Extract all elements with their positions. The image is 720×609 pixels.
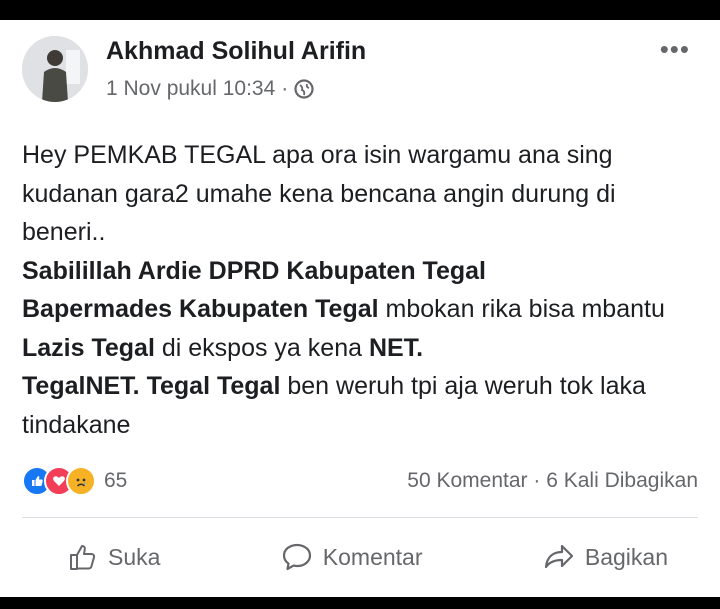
like-button[interactable]: Suka (22, 542, 200, 572)
share-icon (544, 544, 573, 569)
comment-button[interactable]: Komentar (241, 542, 463, 572)
action-bar: Suka Komentar Bagikan (22, 535, 698, 579)
reactions[interactable] (22, 466, 96, 496)
tag-link[interactable]: Sabilillah Ardie (22, 257, 202, 285)
post-text-part: mbokan rika bisa mbantu (385, 295, 665, 323)
post-card: Akhmad Solihul Arifin 1 Nov pukul 10:34 … (0, 20, 720, 597)
comment-icon (282, 543, 311, 571)
tag-link[interactable]: Bapermades Kabupaten Tegal (22, 295, 379, 323)
globe-icon (294, 79, 314, 99)
tag-link[interactable]: NET. (369, 334, 423, 362)
post-meta: 1 Nov pukul 10:34 · (106, 77, 314, 101)
tag-link[interactable]: Tegal Tegal (147, 372, 281, 400)
avatar-photo (22, 36, 88, 102)
share-count[interactable]: 6 Kali Dibagikan (546, 469, 698, 492)
comment-count[interactable]: 50 Komentar (407, 469, 527, 492)
reaction-count[interactable]: 65 (104, 469, 127, 493)
post-text-part: Hey PEMKAB TEGAL apa ora isin wargamu an… (22, 141, 616, 246)
comment-share-counts: 50 Komentar · 6 Kali Dibagikan (407, 469, 698, 493)
timestamp[interactable]: 1 Nov pukul 10:34 (106, 77, 275, 101)
author-name[interactable]: Akhmad Solihul Arifin (106, 37, 366, 66)
tag-link[interactable]: DPRD Kabupaten Tegal (209, 257, 486, 285)
like-label: Suka (108, 543, 161, 570)
comment-label: Komentar (322, 543, 423, 570)
meta-separator: · (281, 77, 289, 100)
share-label: Bagikan (584, 543, 668, 570)
post-stats: 65 50 Komentar · 6 Kali Dibagikan (22, 464, 698, 498)
divider (22, 517, 698, 518)
post-text-part: di ekspos ya kena (161, 333, 362, 362)
share-button[interactable]: Bagikan (503, 542, 698, 572)
tag-link[interactable]: Lazis Tegal (22, 334, 155, 362)
ellipsis-icon[interactable]: ••• (660, 34, 690, 65)
post-text: Hey PEMKAB TEGAL apa ora isin wargamu an… (22, 136, 702, 444)
sad-reaction-icon (66, 466, 96, 496)
avatar[interactable] (22, 36, 88, 102)
stats-separator: · (533, 469, 541, 492)
tag-link[interactable]: TegalNET. (22, 372, 140, 400)
thumbs-up-icon (70, 545, 96, 570)
